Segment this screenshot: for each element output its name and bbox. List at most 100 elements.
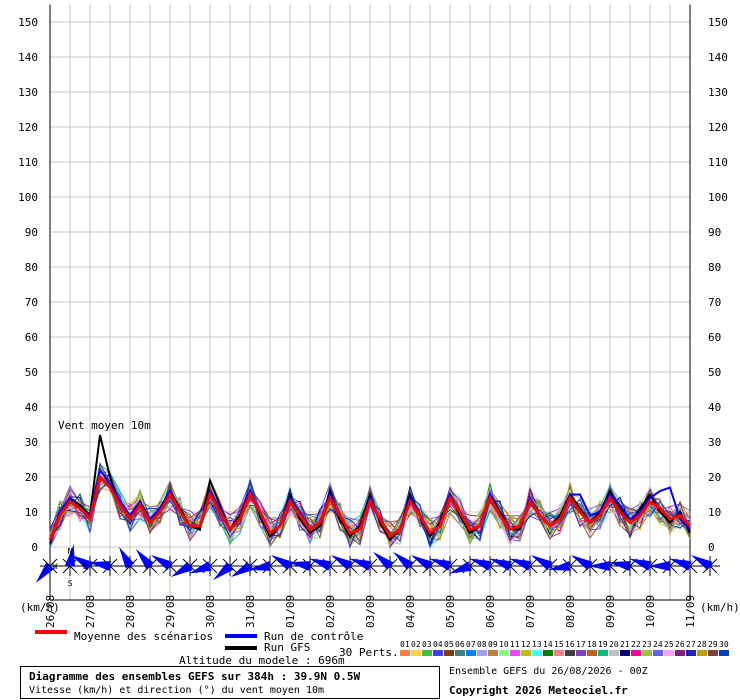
legend-control-swatch xyxy=(225,634,257,638)
wind-spoke xyxy=(109,558,118,567)
pert-color-swatch xyxy=(631,650,641,656)
pert-color-swatch xyxy=(411,650,421,656)
x-date-label: 11/09 xyxy=(684,595,697,628)
wind-spoke xyxy=(509,565,518,574)
y-tick-label-right: 20 xyxy=(708,471,721,484)
x-date-label: 02/09 xyxy=(324,595,337,628)
x-date-label: 08/09 xyxy=(564,595,577,628)
y-tick-label-right: 10 xyxy=(708,506,721,519)
wind-marker xyxy=(135,549,160,576)
wind-spoke xyxy=(409,565,418,574)
pert-color-swatch xyxy=(510,650,520,656)
y-tick-label-right: 50 xyxy=(708,366,721,379)
y-tick-label-left: 110 xyxy=(18,156,38,169)
wind-spoke xyxy=(669,565,678,574)
wind-spoke xyxy=(169,565,178,574)
y-axis-unit-left: (km/h) xyxy=(20,601,60,614)
wind-spoke xyxy=(89,565,98,574)
y-axis-unit-right: (km/h) xyxy=(700,601,740,614)
x-date-label: 31/08 xyxy=(244,595,257,628)
pert-color-swatch xyxy=(587,650,597,656)
legend-mean-swatch xyxy=(35,630,67,634)
pert-number: 23 xyxy=(642,640,652,649)
compass-e: E xyxy=(83,562,88,571)
compass-s: S xyxy=(68,579,73,588)
wind-spoke xyxy=(429,565,438,574)
pert-number: 21 xyxy=(620,640,630,649)
pert-color-swatch xyxy=(488,650,498,656)
wind-spoke xyxy=(369,565,378,574)
y-tick-label-right: 40 xyxy=(708,401,721,414)
wind-spoke xyxy=(62,565,71,574)
wind-marker xyxy=(213,556,240,581)
wind-spoke xyxy=(489,565,498,574)
wind-marker xyxy=(648,556,680,576)
pert-number: 03 xyxy=(422,640,432,649)
y-tick-label-right: 130 xyxy=(708,86,728,99)
wind-marker xyxy=(393,551,420,576)
pert-color-swatch xyxy=(532,650,542,656)
y-tick-label-right: 110 xyxy=(708,156,728,169)
wind-arrow xyxy=(410,555,433,571)
pert-number: 08 xyxy=(477,640,487,649)
pert-number: 15 xyxy=(554,640,564,649)
wind-spoke xyxy=(249,558,258,567)
pert-number: 10 xyxy=(499,640,509,649)
pert-number: 11 xyxy=(510,640,520,649)
y-tick-label-right: 90 xyxy=(708,226,721,239)
copyright: Copyright 2026 Meteociel.fr xyxy=(449,684,628,697)
y-tick-label-right: 120 xyxy=(708,121,728,134)
wind-direction-row: N S E W xyxy=(35,544,720,588)
x-date-label: 05/09 xyxy=(444,595,457,628)
x-date-label: 27/08 xyxy=(84,595,97,628)
y-tick-label-left: 90 xyxy=(25,226,38,239)
y-tick-label-right: 70 xyxy=(708,296,721,309)
wind-spoke xyxy=(269,565,278,574)
y-tick-label-left: 150 xyxy=(18,16,38,29)
pert-color-swatch xyxy=(686,650,696,656)
pert-number: 19 xyxy=(598,640,608,649)
pert-number: 14 xyxy=(543,640,553,649)
x-date-label: 07/09 xyxy=(524,595,537,628)
wind-spoke xyxy=(569,558,578,567)
y-tick-label-right: 140 xyxy=(708,51,728,64)
x-date-label: 04/09 xyxy=(404,595,417,628)
pert-color-swatch xyxy=(466,650,476,656)
wind-spoke xyxy=(309,565,318,574)
wind-marker xyxy=(588,556,620,576)
x-date-label: 28/08 xyxy=(124,595,137,628)
y-tick-label-left: 60 xyxy=(25,331,38,344)
pert-color-swatch xyxy=(400,650,410,656)
pert-color-swatch xyxy=(565,650,575,656)
y-tick-label-left: 40 xyxy=(25,401,38,414)
y-tick-label-right: 80 xyxy=(708,261,721,274)
pert-number: 28 xyxy=(697,640,707,649)
pert-color-swatch xyxy=(664,650,674,656)
pert-number: 30 xyxy=(719,640,729,649)
y-tick-label-right: 0 xyxy=(708,541,715,554)
pert-number: 06 xyxy=(455,640,465,649)
wind-spoke xyxy=(229,558,238,567)
y-tick-label-left: 130 xyxy=(18,86,38,99)
wind-spoke xyxy=(109,565,118,574)
wind-arrow xyxy=(230,561,253,577)
y-tick-label-left: 140 xyxy=(18,51,38,64)
y-axis-labels: 0 0 10 10 20 20 30 30 40 40 50 50 60 60 70 70 80 80 90 90 10… xyxy=(18,16,728,554)
pert-color-swatch xyxy=(719,650,729,656)
pert-color-swatch xyxy=(543,650,553,656)
legend-mean-label: Moyenne des scénarios xyxy=(74,630,214,643)
y-tick-label-left: 120 xyxy=(18,121,38,134)
pert-color-swatch xyxy=(455,650,465,656)
y-tick-label-left: 20 xyxy=(25,471,38,484)
x-date-label: 06/09 xyxy=(484,595,497,628)
pert-number: 16 xyxy=(565,640,575,649)
legend-gfs-swatch xyxy=(225,646,257,650)
chart-subtitle: Vitesse (km/h) et direction (°) du vent … xyxy=(29,685,325,696)
y-tick-label-right: 100 xyxy=(708,191,728,204)
pert-color-swatch xyxy=(477,650,487,656)
pert-number: 17 xyxy=(576,640,586,649)
wind-arrow xyxy=(119,546,135,569)
pert-color-swatch xyxy=(609,650,619,656)
wind-spoke xyxy=(609,565,618,574)
compass-n: N xyxy=(68,547,73,556)
